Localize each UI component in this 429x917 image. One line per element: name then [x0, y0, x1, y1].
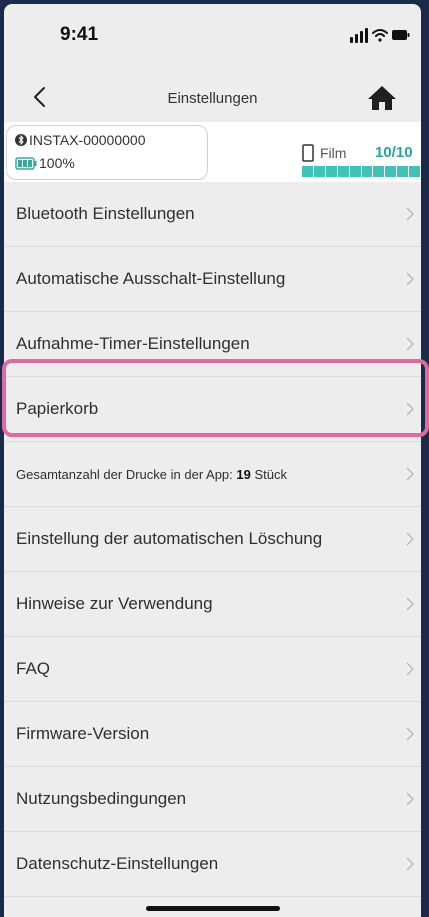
film-level-bar [302, 166, 421, 177]
menu-item-auto-delete[interactable]: Einstellung der automatischen Löschung [4, 507, 421, 572]
menu-item-label: Einstellung der automatischen Löschung [16, 529, 323, 548]
status-bar: 9:41 [4, 4, 421, 64]
print-count-prefix: Gesamtanzahl der Drucke in der App: [16, 467, 233, 482]
menu-item-faq[interactable]: FAQ [4, 637, 421, 702]
film-label: Film [320, 145, 347, 161]
film-segment [373, 166, 385, 177]
menu-item-privacy[interactable]: Datenschutz-Einstellungen [4, 832, 421, 897]
home-indicator[interactable] [146, 906, 280, 911]
menu-item-label: Nutzungsbedingungen [16, 789, 187, 808]
nav-bar: Einstellungen [4, 78, 421, 120]
menu-item-firmware[interactable]: Firmware-Version [4, 702, 421, 767]
status-icons [350, 28, 410, 43]
film-segment [302, 166, 313, 177]
chevron-right-icon [406, 857, 414, 871]
menu-item-shooting-timer[interactable]: Aufnahme-Timer-Einstellungen [4, 312, 421, 377]
menu-item-label: Hinweise zur Verwendung [16, 594, 213, 613]
print-count-value: 19 [236, 467, 251, 482]
menu-item-usage-notes[interactable]: Hinweise zur Verwendung [4, 572, 421, 637]
page-title: Einstellungen [167, 90, 258, 107]
menu-item-label: Firmware-Version [16, 724, 150, 743]
chevron-right-icon [406, 792, 414, 806]
menu-item-label: Datenschutz-Einstellungen [16, 854, 219, 873]
device-battery-row: 100% [15, 155, 75, 171]
device-card[interactable]: INSTAX-00000000 100% [6, 125, 208, 180]
battery-icon [392, 30, 410, 40]
menu-item-label: Gesamtanzahl der Drucke in der App: 19 S… [16, 467, 287, 482]
menu-item-label: Automatische Ausschalt-Einstellung [16, 269, 286, 288]
device-battery-icon [15, 157, 37, 170]
film-count: 10/10 [375, 144, 413, 161]
film-segment [337, 166, 349, 177]
film-segment [361, 166, 373, 177]
film-segment [385, 166, 397, 177]
menu-item-label: FAQ [16, 659, 51, 678]
chevron-right-icon [406, 597, 414, 611]
film-segment [409, 166, 421, 177]
home-icon[interactable] [366, 84, 398, 112]
settings-list: Bluetooth Einstellungen Automatische Aus… [4, 182, 421, 897]
menu-item-trash[interactable]: Papierkorb [4, 377, 421, 442]
wifi-icon [372, 29, 388, 42]
chevron-right-icon [406, 727, 414, 741]
device-status-bar: INSTAX-00000000 100% Film 10/10 [4, 122, 421, 182]
menu-item-auto-power-off[interactable]: Automatische Ausschalt-Einstellung [4, 247, 421, 312]
film-segment [397, 166, 409, 177]
film-icon [302, 144, 314, 162]
chevron-right-icon [406, 337, 414, 351]
chevron-right-icon [406, 207, 414, 221]
film-segment [313, 166, 325, 177]
app-screen: 9:41 Einstellungen INSTAX-00000000 100% … [4, 4, 421, 917]
status-time: 9:41 [60, 24, 99, 45]
device-name-row: INSTAX-00000000 [15, 132, 145, 148]
menu-item-bluetooth[interactable]: Bluetooth Einstellungen [4, 182, 421, 247]
menu-item-label: Aufnahme-Timer-Einstellungen [16, 334, 250, 353]
chevron-right-icon [406, 467, 414, 481]
film-segment [349, 166, 361, 177]
device-battery-level: 100% [39, 155, 75, 171]
film-segment [325, 166, 337, 177]
device-name: INSTAX-00000000 [29, 132, 146, 148]
chevron-right-icon [406, 402, 414, 416]
menu-item-print-count[interactable]: Gesamtanzahl der Drucke in der App: 19 S… [4, 442, 421, 507]
menu-item-label: Bluetooth Einstellungen [16, 204, 195, 223]
menu-item-terms[interactable]: Nutzungsbedingungen [4, 767, 421, 832]
chevron-right-icon [406, 662, 414, 676]
chevron-right-icon [406, 532, 414, 546]
menu-item-label: Papierkorb [16, 399, 99, 418]
chevron-right-icon [406, 272, 414, 286]
print-count-suffix: Stück [254, 467, 288, 482]
bluetooth-icon [15, 134, 27, 146]
signal-icon [350, 28, 368, 43]
